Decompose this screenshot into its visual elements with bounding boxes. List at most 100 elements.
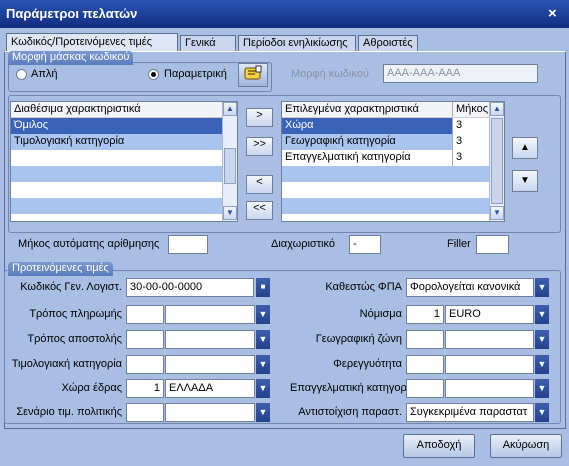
payment-label: Τρόπος πληρωμής (29, 308, 122, 320)
table-row[interactable]: Χώρα 3 (282, 118, 504, 134)
chevron-down-icon[interactable]: ▼ (535, 305, 549, 324)
chevron-down-icon[interactable]: ▼ (535, 278, 549, 297)
geo-zone-field[interactable] (445, 330, 534, 349)
country-code-field[interactable]: 1 (126, 379, 164, 398)
price-cat-field[interactable] (165, 355, 255, 374)
geo-zone-code-field[interactable] (406, 330, 444, 349)
chevron-down-icon[interactable]: ▼ (256, 355, 270, 374)
tab-periods[interactable]: Περίοδοι ενηλικίωσης (238, 35, 356, 52)
row-name: Χώρα (285, 119, 314, 131)
currency-field[interactable]: EURO (445, 305, 534, 324)
vat-label: Καθεστώς ΦΠΑ (325, 281, 402, 293)
ok-button[interactable]: Αποδοχή (403, 434, 475, 458)
country-label: Χώρα έδρας (61, 382, 122, 394)
pricing-field[interactable] (165, 403, 255, 422)
payment-code-field[interactable] (126, 305, 164, 324)
list-item[interactable]: Όμιλος (11, 118, 237, 134)
list-item-empty (11, 182, 237, 198)
add-all-button[interactable]: >> (246, 137, 273, 156)
gl-code-field[interactable]: 30-00-00-0000 (126, 278, 254, 297)
remove-button[interactable]: < (246, 175, 273, 194)
list-item-empty (282, 166, 504, 182)
price-cat-code-field[interactable] (126, 355, 164, 374)
list-item[interactable]: Τιμολογιακή κατηγορία (11, 134, 237, 150)
hand-pointer-icon (244, 65, 262, 80)
selected-scrollbar[interactable]: ▲ ▼ (489, 102, 504, 221)
separator-label: Διαχωριστικό (271, 238, 335, 250)
row-length[interactable]: 3 (452, 118, 490, 134)
tab-totals[interactable]: Αθροιστές (358, 35, 418, 52)
chevron-down-icon[interactable]: ▼ (256, 305, 270, 324)
reliability-label: Φερεγγυότητα (333, 358, 402, 370)
currency-label: Νόμισμα (359, 308, 402, 320)
row-name: Γεωγραφική κατηγορία (285, 135, 396, 147)
selected-list[interactable]: Επιλεγμένα χαρακτηριστικά Μήκος Χώρα 3 Γε… (281, 101, 505, 222)
chevron-down-icon[interactable]: ▼ (535, 330, 549, 349)
doc-match-label: Αντιστοίχιση παραστ. (298, 406, 402, 418)
mask-format-field[interactable]: AAA-AAA-AAA (383, 64, 538, 83)
vat-field[interactable]: Φορολογείται κανονικά (406, 278, 534, 297)
list-item-empty (11, 166, 237, 182)
window-title: Παράμετροι πελατών (6, 6, 138, 21)
auto-length-field[interactable] (168, 235, 208, 254)
scroll-thumb[interactable] (224, 148, 236, 184)
pricing-code-field[interactable] (126, 403, 164, 422)
radio-simple-label: Απλή (31, 68, 58, 80)
country-field[interactable]: ΕΛΛΑΔΑ (165, 379, 255, 398)
defaults-group-title: Προτεινόμενες τιμές (8, 262, 113, 276)
profession-code-field[interactable] (406, 379, 444, 398)
list-item-empty (11, 150, 237, 166)
auto-length-label: Μήκος αυτόματης αρίθμησης (18, 238, 160, 250)
close-icon[interactable]: × (548, 5, 557, 22)
gl-code-lookup-icon[interactable]: ■ (256, 278, 270, 297)
reliability-code-field[interactable] (406, 355, 444, 374)
radio-parametric[interactable] (148, 69, 159, 80)
chevron-down-icon[interactable]: ▼ (256, 379, 270, 398)
shipping-label: Τρόπος αποστολής (27, 333, 122, 345)
radio-parametric-label: Παραμετρική (164, 68, 227, 80)
separator-field[interactable]: - (349, 235, 381, 254)
available-scrollbar[interactable]: ▲ ▼ (222, 102, 237, 221)
profession-field[interactable] (445, 379, 534, 398)
tab-general[interactable]: Γενικά (180, 35, 236, 52)
scroll-up-icon[interactable]: ▲ (223, 102, 237, 116)
scroll-down-icon[interactable]: ▼ (223, 206, 237, 220)
chevron-down-icon[interactable]: ▼ (256, 403, 270, 422)
currency-code-field[interactable]: 1 (406, 305, 444, 324)
selected-header-name: Επιλεγμένα χαρακτηριστικά (285, 103, 419, 115)
mask-group-title: Μορφή μάσκας κωδικού (8, 51, 134, 65)
radio-simple[interactable] (16, 69, 27, 80)
scroll-up-icon[interactable]: ▲ (490, 102, 504, 116)
shipping-code-field[interactable] (126, 330, 164, 349)
chevron-down-icon[interactable]: ▼ (256, 330, 270, 349)
shipping-field[interactable] (165, 330, 255, 349)
scroll-down-icon[interactable]: ▼ (490, 206, 504, 220)
row-length[interactable]: 3 (452, 150, 490, 166)
list-item-empty (282, 198, 504, 214)
chevron-down-icon[interactable]: ▼ (535, 355, 549, 374)
chevron-down-icon[interactable]: ▼ (535, 403, 549, 422)
list-item-empty (282, 182, 504, 198)
table-row[interactable]: Γεωγραφική κατηγορία 3 (282, 134, 504, 150)
radio-selected-dot (151, 72, 156, 77)
chevron-down-icon[interactable]: ▼ (535, 379, 549, 398)
filler-label: Filler (447, 238, 471, 250)
move-down-icon[interactable]: ▼ (512, 170, 538, 192)
payment-field[interactable] (165, 305, 255, 324)
selected-header-length: Μήκος (452, 102, 488, 117)
tab-code-defaults[interactable]: Κωδικός/Προτεινόμενες τιμές (6, 33, 178, 52)
filler-field[interactable] (476, 235, 509, 254)
doc-match-field[interactable]: Συγκεκριμένα παραστατ (406, 403, 534, 422)
cancel-button[interactable]: Ακύρωση (490, 434, 562, 458)
table-row[interactable]: Επαγγελματική κατηγορία 3 (282, 150, 504, 166)
scroll-thumb[interactable] (491, 118, 503, 204)
add-button[interactable]: > (246, 108, 273, 127)
available-list[interactable]: Διαθέσιμα χαρακτηριστικά Όμιλος Τιμολογι… (10, 101, 238, 222)
available-list-header: Διαθέσιμα χαρακτηριστικά (11, 102, 237, 118)
reliability-field[interactable] (445, 355, 534, 374)
edit-mask-button[interactable] (238, 63, 268, 87)
move-up-icon[interactable]: ▲ (512, 137, 538, 159)
remove-all-button[interactable]: << (246, 201, 273, 220)
row-length[interactable]: 3 (452, 134, 490, 150)
profession-label: Επαγγελματική κατηγορία (290, 382, 416, 394)
